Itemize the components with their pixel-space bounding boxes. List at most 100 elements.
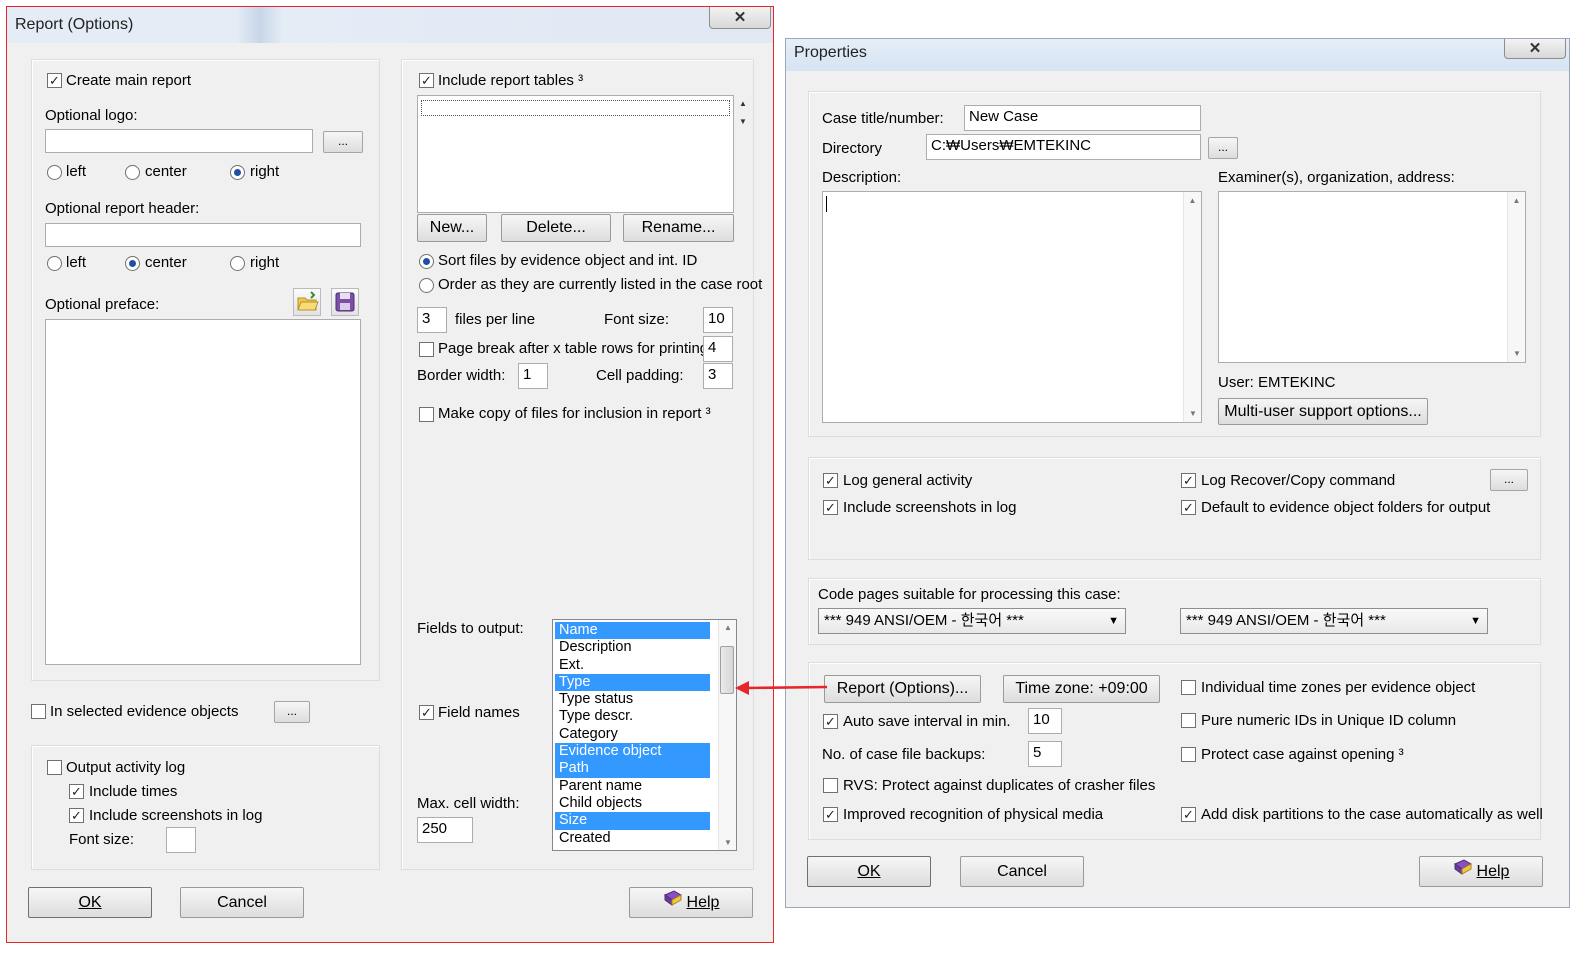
output-activity-log-checkbox[interactable] bbox=[47, 760, 62, 775]
field-list-item[interactable]: Ext. bbox=[555, 657, 710, 674]
cell-padding-input[interactable]: 3 bbox=[703, 363, 733, 389]
tables-scroll-down-icon[interactable]: ▼ bbox=[739, 117, 747, 126]
field-list-item[interactable]: Category bbox=[555, 726, 710, 743]
case-title-input[interactable]: New Case bbox=[964, 105, 1201, 131]
field-list-item[interactable]: Type bbox=[555, 673, 710, 692]
field-list-item[interactable]: Size bbox=[555, 812, 710, 830]
logo-browse-button[interactable]: ... bbox=[323, 131, 363, 153]
sort-files-radio[interactable] bbox=[419, 254, 434, 269]
help-book-icon bbox=[663, 888, 683, 917]
report-help-button[interactable]: Help bbox=[629, 887, 753, 918]
properties-close-button[interactable]: ✕ bbox=[1504, 39, 1566, 59]
create-main-report-label: Create main report bbox=[66, 72, 192, 89]
report-close-button[interactable]: ✕ bbox=[709, 7, 771, 29]
field-list-item[interactable]: Description bbox=[555, 639, 710, 656]
fields-scrollbar[interactable]: ▲ ▼ bbox=[718, 620, 736, 850]
sort-files-label: Sort files by evidence object and int. I… bbox=[438, 252, 698, 269]
logo-right-radio[interactable] bbox=[230, 165, 245, 180]
make-copy-label: Make copy of files for inclusion in repo… bbox=[438, 405, 711, 422]
order-listed-label: Order as they are currently listed in th… bbox=[438, 276, 763, 293]
optional-logo-input[interactable] bbox=[45, 129, 313, 153]
font-size-input[interactable] bbox=[166, 827, 196, 853]
individual-tz-checkbox[interactable] bbox=[1181, 680, 1196, 695]
include-screenshots-log-checkbox[interactable]: ✓ bbox=[823, 500, 838, 515]
make-copy-checkbox[interactable] bbox=[419, 407, 434, 422]
field-list-item[interactable]: Type status bbox=[555, 691, 710, 708]
include-screenshots-checkbox[interactable]: ✓ bbox=[69, 808, 84, 823]
include-report-tables-checkbox[interactable]: ✓ bbox=[419, 73, 434, 88]
in-selected-evidence-checkbox[interactable] bbox=[31, 704, 46, 719]
header-center-radio[interactable] bbox=[125, 256, 140, 271]
in-selected-browse-button[interactable]: ... bbox=[274, 701, 310, 723]
table-font-size-input[interactable]: 10 bbox=[703, 307, 733, 333]
header-right-radio[interactable] bbox=[230, 256, 245, 271]
header-left-radio[interactable] bbox=[47, 256, 62, 271]
field-list-item[interactable]: Path bbox=[555, 760, 710, 778]
fields-listbox[interactable]: Name Description Ext. Type Type status Type d… bbox=[552, 619, 737, 851]
log-recover-checkbox[interactable]: ✓ bbox=[1181, 473, 1196, 488]
add-disk-partitions-checkbox[interactable]: ✓ bbox=[1181, 807, 1196, 822]
new-table-button[interactable]: New... bbox=[417, 214, 487, 242]
report-ok-button[interactable]: OK bbox=[28, 887, 152, 918]
in-selected-evidence-label: In selected evidence objects bbox=[50, 703, 239, 720]
rvs-protect-checkbox[interactable] bbox=[823, 778, 838, 793]
max-cell-width-input[interactable]: 250 bbox=[417, 817, 473, 843]
rename-table-button[interactable]: Rename... bbox=[623, 214, 734, 242]
code-page-2-select[interactable]: *** 949 ANSI/OEM - 한국어 *** ▼ bbox=[1180, 608, 1488, 634]
examiner-textarea[interactable]: ▲ ▼ bbox=[1218, 191, 1526, 363]
properties-help-button[interactable]: Help bbox=[1419, 856, 1543, 887]
files-per-line-input[interactable]: 3 bbox=[417, 307, 447, 333]
field-list-item[interactable]: Type descr. bbox=[555, 708, 710, 725]
field-list-item[interactable]: Created bbox=[555, 830, 710, 847]
page-break-checkbox[interactable] bbox=[419, 342, 434, 357]
multi-user-button[interactable]: Multi-user support options... bbox=[1218, 398, 1428, 425]
report-tables-list[interactable] bbox=[417, 95, 734, 213]
field-list-item[interactable]: Evidence object bbox=[555, 743, 710, 761]
create-main-report-checkbox[interactable]: ✓ bbox=[47, 73, 62, 88]
save-icon[interactable] bbox=[331, 288, 359, 316]
code-page-1-select[interactable]: *** 949 ANSI/OEM - 한국어 *** ▼ bbox=[818, 608, 1126, 634]
tables-scroll-up-icon[interactable]: ▲ bbox=[739, 99, 747, 108]
properties-cancel-button[interactable]: Cancel bbox=[960, 856, 1084, 887]
log-general-checkbox[interactable]: ✓ bbox=[823, 473, 838, 488]
examiner-scrollbar[interactable]: ▲ ▼ bbox=[1507, 192, 1525, 362]
backups-label: No. of case file backups: bbox=[822, 746, 986, 763]
report-cancel-button[interactable]: Cancel bbox=[180, 887, 304, 918]
backups-input[interactable]: 5 bbox=[1028, 741, 1062, 767]
directory-browse-button[interactable]: ... bbox=[1208, 137, 1238, 159]
directory-input[interactable]: C:₩Users₩EMTEKINC bbox=[926, 134, 1201, 160]
include-times-checkbox[interactable]: ✓ bbox=[69, 784, 84, 799]
default-evidence-checkbox[interactable]: ✓ bbox=[1181, 500, 1196, 515]
fields-scroll-up-icon[interactable]: ▲ bbox=[724, 623, 732, 632]
fields-list-items: Name Description Ext. Type Type status Type d… bbox=[555, 622, 710, 847]
field-list-item[interactable]: Name bbox=[555, 622, 710, 640]
optional-header-input[interactable] bbox=[45, 223, 361, 247]
delete-table-button[interactable]: Delete... bbox=[501, 214, 611, 242]
field-list-item[interactable]: Child objects bbox=[555, 795, 710, 812]
order-listed-radio[interactable] bbox=[419, 278, 434, 293]
log-options-button[interactable]: ... bbox=[1490, 469, 1528, 491]
time-zone-button[interactable]: Time zone: +09:00 bbox=[1003, 675, 1160, 703]
protect-case-checkbox[interactable] bbox=[1181, 747, 1196, 762]
properties-ok-button[interactable]: OK bbox=[807, 856, 931, 887]
auto-save-input[interactable]: 10 bbox=[1028, 708, 1062, 734]
logo-left-radio[interactable] bbox=[47, 165, 62, 180]
fields-scroll-thumb[interactable] bbox=[720, 646, 734, 694]
border-width-input[interactable]: 1 bbox=[518, 363, 548, 389]
report-table-item[interactable] bbox=[421, 100, 730, 116]
report-options-button[interactable]: Report (Options)... bbox=[824, 675, 981, 703]
description-textarea[interactable]: ▲ ▼ bbox=[822, 191, 1202, 423]
optional-preface-textarea[interactable] bbox=[45, 319, 361, 665]
field-list-item[interactable]: Parent name bbox=[555, 778, 710, 795]
pure-numeric-checkbox[interactable] bbox=[1181, 713, 1196, 728]
description-scrollbar[interactable]: ▲ ▼ bbox=[1183, 192, 1201, 422]
fields-scroll-down-icon[interactable]: ▼ bbox=[724, 838, 732, 847]
field-names-checkbox[interactable]: ✓ bbox=[419, 705, 434, 720]
auto-save-checkbox[interactable]: ✓ bbox=[823, 714, 838, 729]
page-break-input[interactable]: 4 bbox=[703, 336, 733, 362]
improved-recognition-checkbox[interactable]: ✓ bbox=[823, 807, 838, 822]
open-folder-icon[interactable] bbox=[293, 288, 321, 316]
properties-help-label: Help bbox=[1476, 863, 1510, 880]
logo-center-radio[interactable] bbox=[125, 165, 140, 180]
directory-label: Directory bbox=[822, 140, 883, 157]
